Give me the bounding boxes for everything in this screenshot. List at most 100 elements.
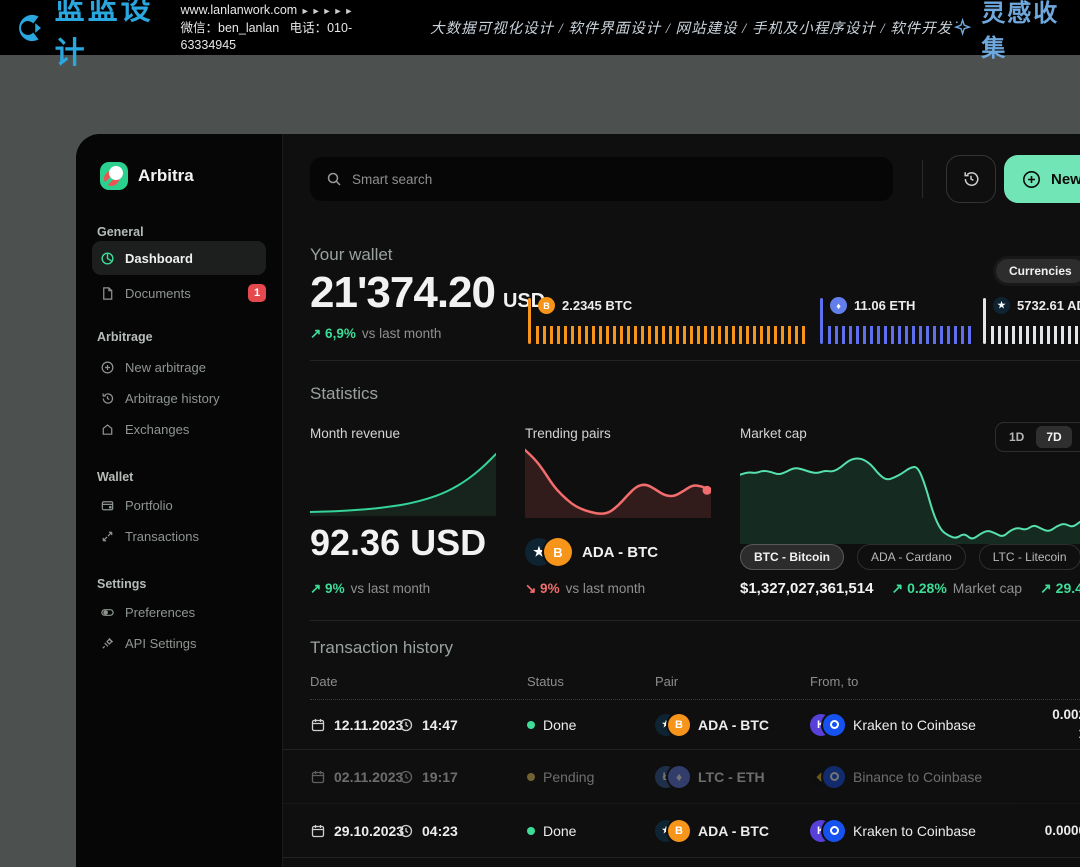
inspiration-collect[interactable]: 灵感收集 [952, 0, 1066, 63]
month-revenue-label: Month revenue [310, 426, 400, 441]
toggle-icon [100, 605, 115, 620]
calendar-icon [310, 717, 326, 733]
site-banner: 蓝蓝设计 www.lanlanwork.com ►►►►► 微信：ben_lan… [0, 0, 1080, 55]
coinbase-icon [823, 766, 845, 788]
col-from-to: From, to [810, 674, 858, 689]
calendar-icon [310, 823, 326, 839]
ada-icon: ★ [993, 297, 1010, 314]
holding-eth: ♦11.06 ETH [820, 298, 975, 344]
wallet-icon [100, 498, 115, 513]
eth-ticks [828, 326, 974, 344]
app-name: Arbitra [138, 166, 194, 186]
sidebar-item-arbitrage-history[interactable]: Arbitrage history [100, 385, 266, 411]
transactions-section-title: Transaction history [310, 638, 453, 658]
range-1d[interactable]: 1D [999, 426, 1034, 448]
btc-ticks [536, 326, 808, 344]
tx-amount: 0.0000 [1045, 804, 1080, 857]
chip-ltc[interactable]: LTC - Litecoin [979, 544, 1080, 570]
statistics-section-title: Statistics [310, 384, 378, 404]
tx-pair: ADA - BTC [698, 823, 769, 839]
wallet-view-tabs: Currencies Exchanges [993, 256, 1080, 286]
search-icon [326, 171, 342, 187]
market-cap-chart [740, 454, 1080, 544]
site-contact: www.lanlanwork.com ►►►►► 微信：ben_lanlan 电… [181, 2, 368, 54]
sidebar-item-portfolio[interactable]: Portfolio [100, 492, 266, 518]
range-7d[interactable]: 7D [1036, 426, 1071, 448]
nav-section-wallet: Wallet [97, 470, 133, 484]
sidebar-item-documents[interactable]: Documents 1 [100, 280, 266, 306]
market-cap-label: Market cap [740, 426, 807, 441]
site-logo[interactable]: 蓝蓝设计 [14, 0, 163, 72]
btc-segment-bar [528, 298, 531, 344]
sparkle-star-icon [952, 15, 973, 41]
wechat-text: 微信：ben_lanlan [181, 21, 280, 35]
history-button[interactable] [946, 155, 996, 203]
documents-badge: 1 [248, 284, 266, 302]
table-row[interactable]: 12.11.2023 14:47 Done ★B ADA - BTC K Kra… [283, 700, 1080, 750]
tx-route: Binance to Coinbase [853, 769, 982, 785]
trending-pair: ★B ADA - BTC [525, 538, 658, 566]
table-row[interactable]: 29.10.2023 04:23 Done ★B ADA - BTC K Kra… [283, 804, 1080, 858]
section-divider [310, 620, 1080, 621]
wallet-delta: ↗ 6,9%vs last month [310, 326, 441, 342]
month-revenue-chart [310, 450, 496, 516]
sidebar-item-api-settings[interactable]: API Settings [100, 630, 266, 656]
month-revenue-value: 92.36 USD [310, 522, 486, 564]
sidebar: Arbitra General Dashboard Documents 1 Ar… [76, 134, 283, 867]
tab-currencies[interactable]: Currencies [996, 259, 1080, 283]
tx-pair: LTC - ETH [698, 769, 765, 785]
tx-time: 14:47 [422, 717, 458, 733]
app-logo[interactable]: Arbitra [100, 162, 194, 190]
services-text: 大数据可视化设计 / 软件界面设计 / 网站建设 / 手机及小程序设计 / 软件… [430, 17, 952, 38]
site-url[interactable]: www.lanlanwork.com [181, 3, 298, 17]
plus-circle-icon [1022, 170, 1041, 189]
calendar-icon [310, 769, 326, 785]
ada-ticks [991, 326, 1080, 344]
clock-icon [398, 823, 414, 839]
nav-section-general: General [97, 225, 144, 239]
sidebar-item-dashboard[interactable]: Dashboard [92, 241, 266, 275]
sidebar-item-transactions[interactable]: Transactions [100, 523, 266, 549]
new-arbitrage-button[interactable]: New arbitrage [1004, 155, 1080, 203]
eth-segment-bar [820, 298, 823, 344]
coinbase-icon [823, 820, 845, 842]
tx-date: 29.10.2023 [334, 823, 404, 839]
col-pair: Pair [655, 674, 678, 689]
holding-btc: B2.2345 BTC [528, 298, 811, 344]
ada-segment-bar [983, 298, 986, 344]
col-date: Date [310, 674, 337, 689]
sidebar-item-preferences[interactable]: Preferences [100, 599, 266, 625]
table-row[interactable]: 02.11.2023 19:17 Pending Ł♦ LTC - ETH ◆ … [283, 750, 1080, 804]
chip-ada[interactable]: ADA - Cardano [857, 544, 966, 570]
sidebar-item-exchanges[interactable]: Exchanges [100, 416, 266, 442]
tx-date: 02.11.2023 [334, 769, 403, 785]
coin-chips: BTC - Bitcoin ADA - Cardano LTC - Liteco… [740, 544, 1080, 570]
status-dot-pending [527, 773, 535, 781]
search-input[interactable] [310, 157, 893, 201]
range-1m[interactable]: 1M [1074, 426, 1080, 448]
lanlan-logo-icon [14, 8, 47, 48]
topbar-divider [922, 160, 923, 198]
dashboard-icon [100, 251, 115, 266]
status-dot-done [527, 721, 535, 729]
transactions-icon [100, 529, 115, 544]
trending-pairs-chart [525, 446, 711, 518]
tx-time: 19:17 [422, 769, 458, 785]
tx-route: Kraken to Coinbase [853, 717, 976, 733]
arbitra-logo-icon [100, 162, 128, 190]
sidebar-item-new-arbitrage[interactable]: New arbitrage [100, 354, 266, 380]
market-cap-stats: $1,327,027,361,514 ↗ 0.28%Market cap ↗ 2… [740, 580, 1080, 597]
exchange-icon [100, 422, 115, 437]
tx-status: Pending [543, 769, 594, 785]
market-cap-value: $1,327,027,361,514 [740, 580, 873, 597]
btc-icon: B [544, 538, 572, 566]
nav-section-arbitrage: Arbitrage [97, 330, 153, 344]
document-icon [100, 286, 115, 301]
eth-icon: ♦ [830, 297, 847, 314]
wallet-balance: 21'374.20USD [310, 268, 545, 318]
tx-status: Done [543, 823, 576, 839]
history-icon [961, 169, 981, 189]
main-content: New arbitrage Your wallet 21'374.20USD ↗… [283, 134, 1080, 867]
clock-icon [398, 769, 414, 785]
chip-btc[interactable]: BTC - Bitcoin [740, 544, 844, 570]
